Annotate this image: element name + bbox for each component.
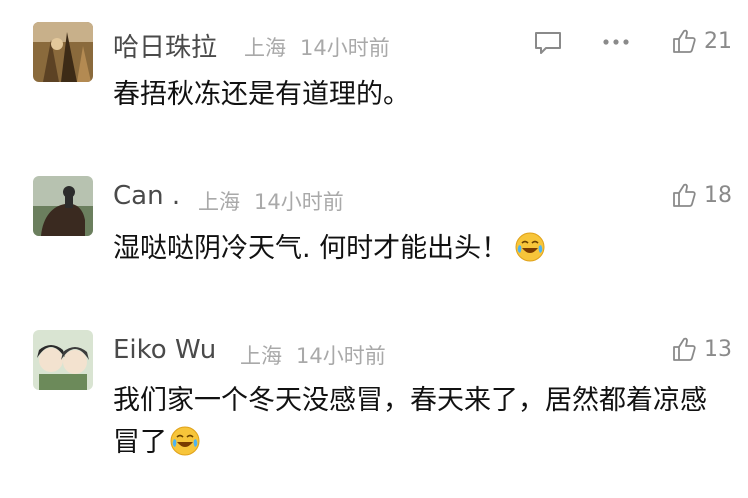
thumbs-up-icon bbox=[673, 183, 696, 207]
username[interactable]: Can . bbox=[113, 181, 180, 211]
timestamp: 14小时前 bbox=[300, 36, 390, 60]
timestamp: 14小时前 bbox=[296, 344, 386, 368]
timestamp: 14小时前 bbox=[254, 190, 344, 214]
avatar[interactable] bbox=[33, 330, 93, 390]
avatar[interactable] bbox=[33, 176, 93, 236]
comment-text-body: 春捂秋冻还是有道理的。 bbox=[113, 79, 410, 110]
comment-text: 我们家一个冬天没感冒，春天来了，居然都着凉感冒了 bbox=[113, 380, 723, 470]
reply-button[interactable] bbox=[533, 30, 563, 56]
like-button[interactable]: 21 bbox=[672, 28, 732, 54]
like-count: 21 bbox=[704, 28, 732, 54]
comment-text-body: 湿哒哒阴冷天气. 何时才能出头！ bbox=[113, 233, 509, 264]
like-count: 13 bbox=[704, 336, 732, 362]
avatar-image-icon bbox=[33, 22, 93, 82]
comment-text: 春捂秋冻还是有道理的。 bbox=[113, 74, 723, 116]
more-dots-icon bbox=[603, 39, 629, 45]
comment-text: 湿哒哒阴冷天气. 何时才能出头！ bbox=[113, 228, 723, 276]
like-button[interactable]: 13 bbox=[672, 336, 732, 362]
avatar-image-icon bbox=[33, 330, 93, 390]
comment-text-body: 我们家一个冬天没感冒，春天来了，居然都着凉感冒了 bbox=[113, 385, 707, 458]
thumbs-up-icon bbox=[673, 29, 696, 53]
location: 上海 bbox=[244, 36, 286, 60]
location: 上海 bbox=[198, 190, 240, 214]
thumbs-up-icon bbox=[673, 337, 696, 361]
more-button[interactable] bbox=[602, 38, 630, 46]
like-count: 18 bbox=[704, 182, 732, 208]
comment-bubble-icon bbox=[535, 32, 561, 54]
avatar[interactable] bbox=[33, 22, 93, 82]
laugh-cry-emoji-icon bbox=[169, 425, 201, 470]
username[interactable]: Eiko Wu bbox=[113, 335, 216, 365]
username[interactable]: 哈日珠拉 bbox=[113, 27, 217, 64]
laugh-cry-emoji-icon bbox=[514, 231, 546, 276]
location: 上海 bbox=[240, 344, 282, 368]
avatar-image-icon bbox=[33, 176, 93, 236]
like-button[interactable]: 18 bbox=[672, 182, 732, 208]
